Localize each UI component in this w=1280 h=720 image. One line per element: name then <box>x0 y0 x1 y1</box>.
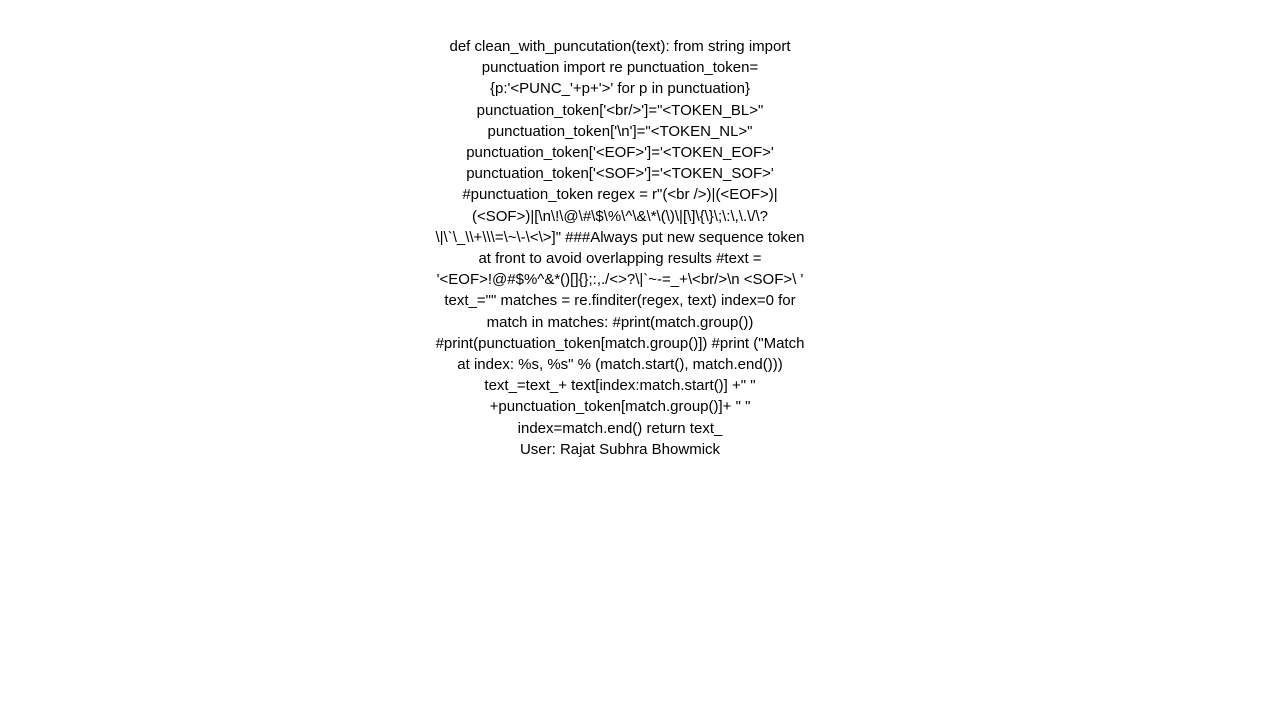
code-snippet-text: def clean_with_puncutation(text): from s… <box>435 38 805 437</box>
content-column: def clean_with_puncutation(text): from s… <box>434 36 806 460</box>
page-root: def clean_with_puncutation(text): from s… <box>0 0 1280 720</box>
user-credit-label: User: Rajat Subhra Bhowmick <box>519 440 721 458</box>
